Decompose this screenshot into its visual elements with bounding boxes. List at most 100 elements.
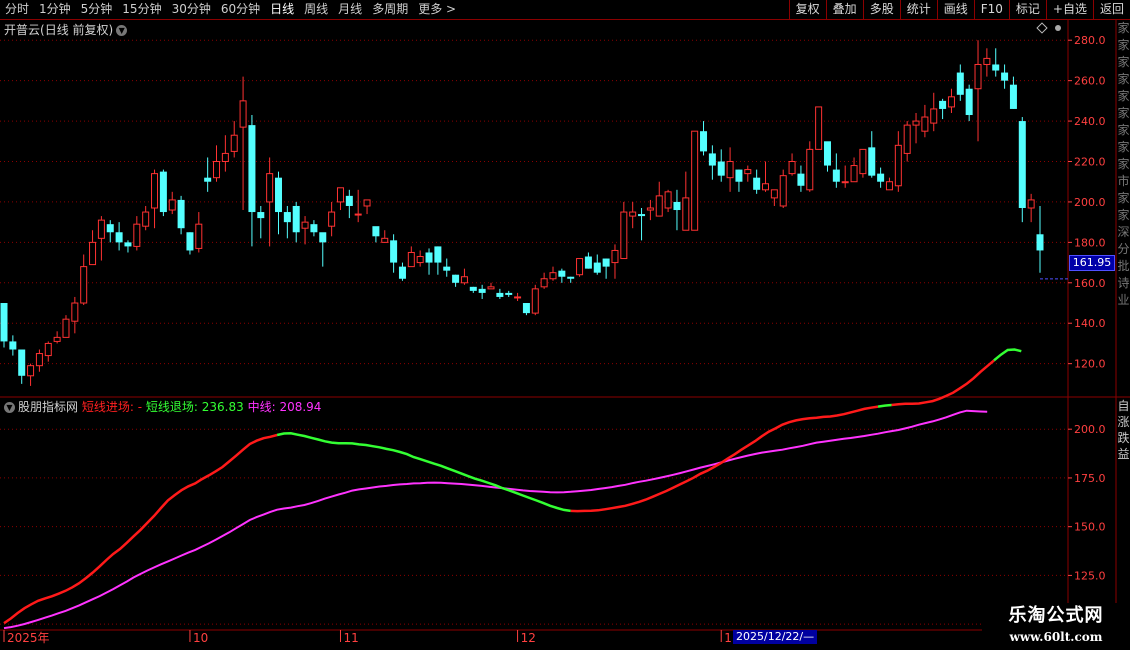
short-line-segment (570, 405, 879, 513)
candle (124, 240, 132, 253)
strip-char-9: 市 (1117, 174, 1130, 188)
candle (558, 268, 566, 283)
watermark: 乐淘公式网 www.60lt.com (982, 603, 1130, 650)
candle (186, 232, 194, 255)
candle (903, 121, 911, 162)
y-tick-label: 175.0 (1074, 472, 1106, 485)
candle (53, 331, 61, 344)
candle (815, 106, 823, 150)
candle (947, 88, 955, 113)
strip-char-10: 家 (1117, 191, 1130, 205)
short-line-segment (877, 403, 892, 408)
x-axis: 2025年 10 11 12 1 (0, 630, 1130, 650)
candle (912, 112, 920, 144)
candle (708, 145, 716, 180)
right-info-strip-lower[interactable]: 自涨跌益 (1117, 398, 1130, 630)
candle (859, 148, 867, 178)
candle (823, 141, 831, 172)
candle (301, 216, 309, 245)
candle (213, 145, 221, 182)
candle (602, 258, 610, 279)
mid-value: 208.94 (279, 400, 322, 414)
candle (248, 115, 256, 247)
dot-icon[interactable] (1055, 25, 1061, 31)
y-tick-label: 260.0 (1074, 75, 1106, 88)
candle (35, 349, 43, 372)
mid-label: 中线: (247, 400, 276, 414)
candle (204, 157, 212, 192)
crosshair-date: 2025/12/22/— (733, 630, 818, 644)
candle (328, 201, 336, 237)
candle (593, 254, 601, 275)
candle (71, 296, 79, 334)
candle (921, 104, 929, 138)
candle (930, 92, 938, 132)
chevron-down-icon[interactable]: ▼ (4, 402, 15, 413)
strip-char-12: 深 (1117, 225, 1130, 239)
candle (797, 165, 805, 192)
right-info-strip[interactable]: 家家家家家家家家家市家家深分批诗业 (1117, 20, 1130, 396)
strip-char-2: 跌 (1117, 431, 1130, 445)
y-tick-label: 160.0 (1074, 277, 1106, 290)
candle (443, 258, 451, 277)
candle (885, 177, 893, 191)
candle (133, 216, 141, 251)
candle (425, 248, 433, 275)
candle (841, 165, 849, 188)
candle (239, 76, 247, 211)
candle (469, 286, 477, 293)
y-tick-label: 120.0 (1074, 358, 1106, 371)
candle (257, 205, 265, 239)
candle (965, 84, 973, 122)
stock-name: 开普云 (4, 23, 41, 37)
candle (89, 230, 97, 266)
candle (655, 181, 663, 217)
candle (115, 222, 123, 251)
short-entry-label: 短线进场: - (81, 400, 143, 414)
candle (452, 274, 460, 287)
strip-char-0: 自 (1117, 399, 1130, 413)
candle (177, 195, 185, 235)
short-line-segment (891, 359, 995, 407)
y-tick-label: 220.0 (1074, 156, 1106, 169)
y-tick-label: 200.0 (1074, 196, 1106, 209)
chevron-down-icon[interactable]: ▼ (116, 25, 128, 36)
strip-char-1: 家 (1117, 38, 1130, 52)
candle (939, 98, 947, 120)
candle (168, 191, 176, 215)
candle (717, 149, 725, 182)
candle (549, 266, 557, 281)
candle (531, 284, 539, 316)
candle (540, 272, 548, 289)
candle (151, 169, 159, 229)
candlestick-chart[interactable]: 280.0 260.0 240.0 220.0 200.0 180.0 160.0 140.0… (0, 0, 1130, 650)
candle (673, 189, 681, 231)
period-note: (日线 前复权) (40, 23, 114, 37)
candle (44, 341, 52, 362)
indicator-title: ▼ 股朋指标网 短线进场: - 短线退场: 236.83 中线: 208.94 (4, 398, 321, 415)
candle (646, 199, 654, 221)
candle (27, 363, 35, 386)
strip-char-8: 家 (1117, 157, 1130, 171)
candle (345, 189, 353, 219)
candle (700, 121, 708, 156)
candle (868, 131, 876, 178)
candle (319, 232, 327, 267)
candle (522, 303, 530, 316)
strip-char-7: 家 (1117, 140, 1130, 154)
candle (877, 167, 885, 188)
candle (390, 234, 398, 273)
candle (372, 226, 380, 243)
candle (744, 165, 752, 182)
candle (691, 130, 699, 231)
stock-title: 开普云(日线 前复权) ▼ (4, 21, 128, 38)
candle (142, 205, 150, 231)
candle (894, 131, 902, 192)
strip-char-14: 批 (1117, 259, 1130, 273)
candle (770, 189, 778, 206)
candle (762, 161, 770, 192)
candle (664, 189, 672, 213)
x-tick-label: 10 (192, 631, 209, 645)
y-tick-label: 280.0 (1074, 34, 1106, 47)
strip-char-13: 分 (1117, 242, 1130, 256)
